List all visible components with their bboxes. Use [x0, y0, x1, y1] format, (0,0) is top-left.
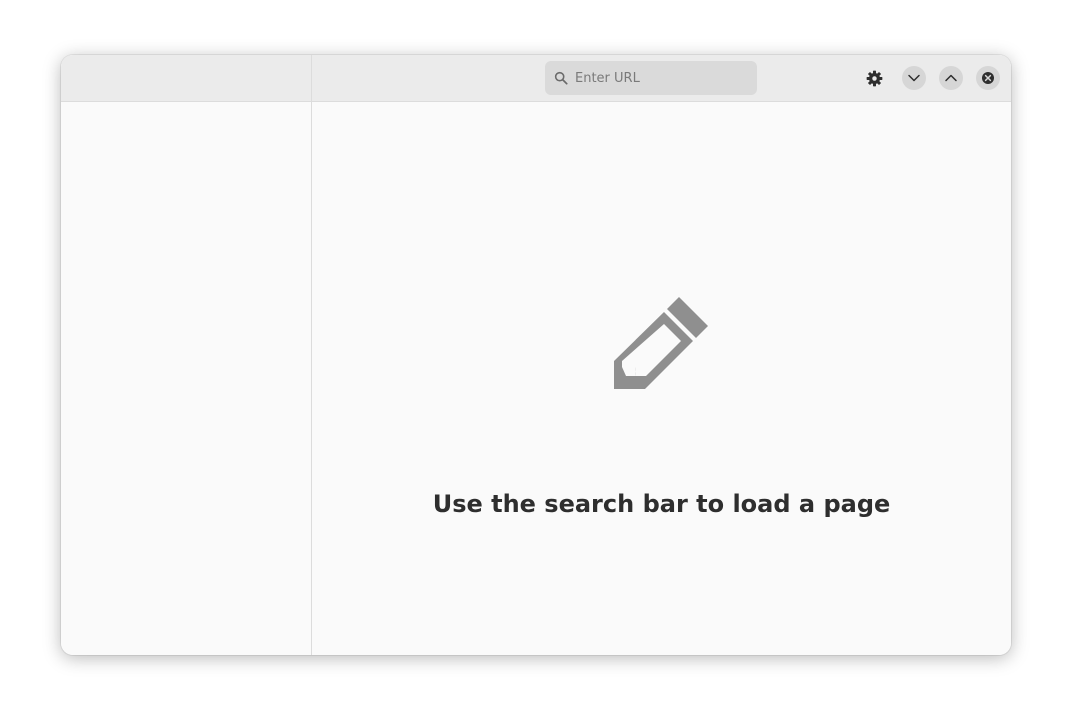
chevron-down-icon — [908, 74, 920, 82]
close-icon — [982, 72, 994, 84]
search-entry[interactable] — [545, 61, 757, 95]
content-pane: Use the search bar to load a page — [312, 55, 1011, 655]
header-bar — [312, 55, 1011, 102]
sidebar-header — [61, 55, 311, 102]
maximize-button[interactable] — [939, 66, 963, 90]
sidebar — [61, 55, 312, 655]
app-window: Use the search bar to load a page — [61, 55, 1011, 655]
url-input[interactable] — [575, 70, 745, 86]
gear-icon — [866, 70, 882, 86]
status-page: Use the search bar to load a page — [312, 102, 1011, 655]
minimize-button[interactable] — [902, 66, 926, 90]
close-button[interactable] — [976, 66, 1000, 90]
status-title: Use the search bar to load a page — [432, 490, 891, 518]
pencil-icon — [614, 297, 708, 389]
chevron-up-icon — [945, 74, 957, 82]
search-icon — [554, 71, 568, 85]
settings-button[interactable] — [862, 66, 886, 90]
